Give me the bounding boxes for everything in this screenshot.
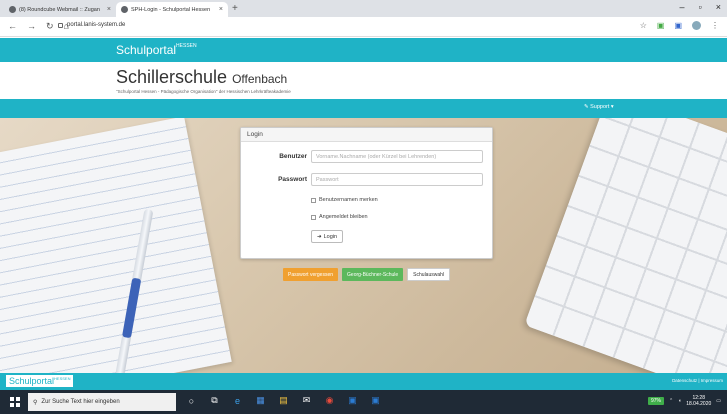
search-icon: ⚲ — [33, 399, 38, 406]
lock-icon — [58, 22, 63, 28]
browser-tab-roundcube[interactable]: (8) Roundcube Webmail :: Zugan × — [4, 2, 116, 17]
login-heading: Login — [241, 128, 492, 142]
bookmark-star-icon[interactable]: ☆ — [640, 21, 647, 30]
outlook-icon[interactable]: ▣ — [347, 395, 358, 406]
file-explorer-icon[interactable]: ▤ — [278, 395, 289, 406]
extension-icons: ☆ ▣ ▣ ⋮ — [640, 21, 719, 30]
footer-links[interactable]: Datenschutz | Impressum — [672, 378, 723, 383]
portal-nav-bar: ✎ Support ▾ — [0, 99, 727, 118]
reload-icon[interactable]: ↻ — [46, 21, 54, 32]
school-button[interactable]: Georg-Büchner-Schule — [342, 268, 404, 281]
menu-dots-icon[interactable]: ⋮ — [711, 21, 719, 30]
maximize-icon[interactable]: ▫ — [699, 2, 702, 12]
checkbox-icon — [311, 197, 316, 203]
back-arrow-icon[interactable]: ← — [8, 21, 17, 32]
volume-icon[interactable]: ◖ — [678, 398, 681, 404]
windows-start-icon[interactable] — [10, 397, 20, 407]
battery-indicator[interactable]: 97% — [647, 397, 664, 405]
remember-username-checkbox[interactable]: Benutzernamen merken — [311, 197, 378, 203]
system-tray: 97% ⌃ ◖ 12:28 18.04.2020 ▭ — [647, 395, 721, 407]
school-select-button[interactable]: Schulauswahl — [407, 268, 451, 281]
close-window-icon[interactable]: × — [716, 2, 721, 12]
password-input[interactable]: Passwort — [311, 173, 483, 186]
password-row: Passwort Passwort — [241, 173, 494, 186]
school-name: Schillerschule Offenbach — [116, 67, 288, 87]
portal-brand[interactable]: SchulportalHESSEN — [116, 43, 197, 57]
window-controls: – ▫ × — [680, 2, 721, 12]
tab-title: (8) Roundcube Webmail :: Zugan — [19, 6, 100, 13]
keyboard-image — [524, 118, 727, 373]
stay-logged-in-checkbox[interactable]: Angemeldet bleiben — [311, 214, 368, 220]
url-field[interactable]: portal.lanis-system.de — [58, 22, 125, 28]
wrench-icon: ✎ — [584, 104, 589, 110]
chrome-icon[interactable]: ◉ — [324, 395, 335, 406]
roundcube-favicon-icon — [9, 6, 16, 13]
username-input[interactable]: Vorname.Nachname (oder Kürzel bei Lehren… — [311, 150, 483, 163]
task-view-icon[interactable]: ⧉ — [209, 395, 220, 406]
windows-taskbar: ⚲ Zur Suche Text hier eingeben ○ ⧉ e ▦ ▤… — [0, 390, 727, 414]
taskbar-search-input[interactable]: ⚲ Zur Suche Text hier eingeben — [28, 393, 176, 411]
forgot-password-button[interactable]: Passwort vergessen — [283, 268, 339, 281]
portal-top-bar: SchulportalHESSEN — [0, 38, 727, 62]
portal-footer: SchulportalHESSEN Datenschutz | Impressu… — [0, 373, 727, 390]
username-row: Benutzer Vorname.Nachname (oder Kürzel b… — [241, 150, 494, 163]
taskbar-app-icons: ○ ⧉ e ▦ ▤ ✉ ◉ ▣ ▣ — [186, 395, 381, 406]
password-label: Passwort — [278, 176, 307, 183]
new-tab-button[interactable]: + — [232, 3, 238, 14]
close-tab-icon[interactable]: × — [107, 6, 111, 13]
sign-in-icon: ➜ — [317, 233, 322, 240]
browser-tab-bar: (8) Roundcube Webmail :: Zugan × SPH-Log… — [0, 0, 727, 17]
taskbar-clock[interactable]: 12:28 18.04.2020 — [686, 395, 711, 407]
store-icon[interactable]: ▦ — [255, 395, 266, 406]
browser-tab-schulportal[interactable]: SPH-Login - Schulportal Hessen × — [116, 2, 228, 17]
address-bar: ← → ↻ ⌂ portal.lanis-system.de ☆ ▣ ▣ ⋮ — [0, 17, 727, 37]
login-panel: Login Benutzer Vorname.Nachname (oder Kü… — [240, 127, 493, 259]
app-icon[interactable]: ▣ — [370, 395, 381, 406]
login-button[interactable]: ➜ Login — [311, 230, 344, 243]
schulportal-favicon-icon — [121, 6, 128, 13]
edge-icon[interactable]: e — [232, 395, 243, 406]
network-icon[interactable]: ⌃ — [669, 398, 673, 404]
support-menu[interactable]: ✎ Support ▾ — [584, 104, 614, 110]
cortana-icon[interactable]: ○ — [186, 395, 197, 406]
minimize-icon[interactable]: – — [680, 2, 685, 12]
profile-avatar-icon[interactable] — [692, 21, 701, 30]
footer-brand[interactable]: SchulportalHESSEN — [6, 375, 74, 387]
url-text: portal.lanis-system.de — [67, 22, 126, 28]
username-label: Benutzer — [279, 153, 307, 160]
tab-title: SPH-Login - Schulportal Hessen — [131, 6, 211, 13]
school-tagline: "Schulportal Hessen - Pädagogische Organ… — [116, 89, 291, 94]
notification-icon[interactable]: ▭ — [716, 398, 721, 404]
notepad-image — [0, 118, 232, 373]
checkbox-icon — [311, 214, 316, 220]
forward-arrow-icon[interactable]: → — [27, 21, 36, 32]
mail-icon[interactable]: ✉ — [301, 395, 312, 406]
school-header: Schillerschule Offenbach "Schulportal He… — [0, 62, 727, 99]
close-tab-icon[interactable]: × — [219, 6, 223, 13]
extension-icon[interactable]: ▣ — [657, 21, 665, 30]
action-buttons: Passwort vergessen Georg-Büchner-Schule … — [283, 268, 451, 281]
extension-icon[interactable]: ▣ — [674, 21, 682, 30]
